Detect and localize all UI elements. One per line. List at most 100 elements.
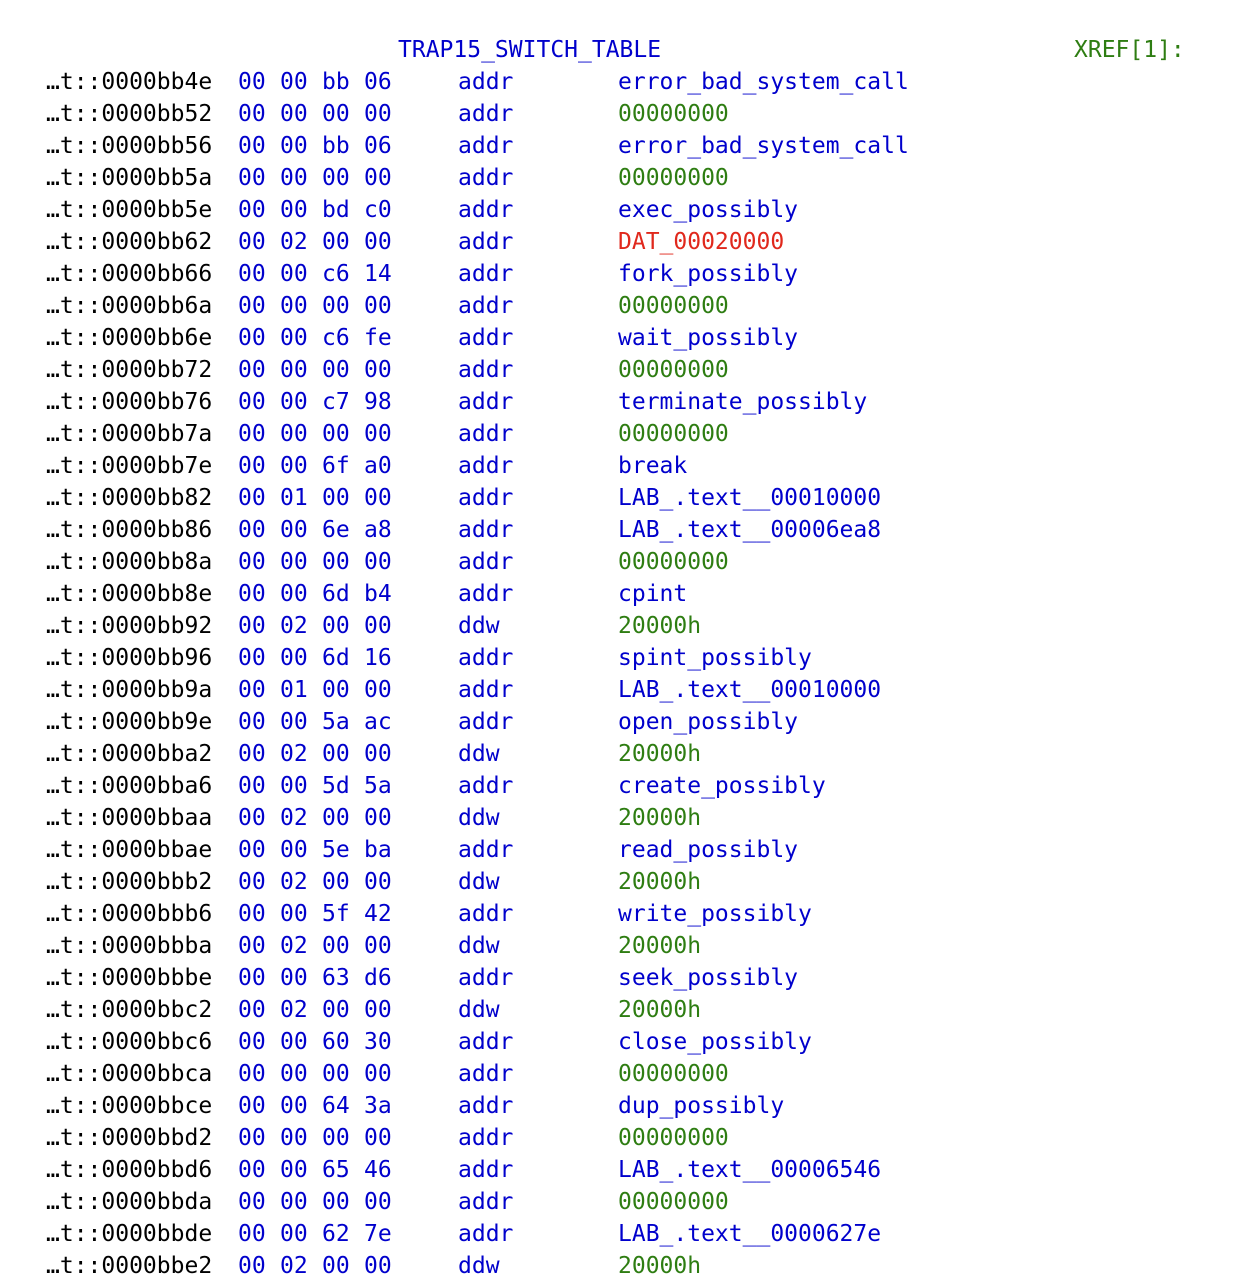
listing-row[interactable]: …t::0000bbb2 00 02 00 00 ddw 20000h: [0, 866, 1250, 898]
row-byte[interactable]: 6f: [322, 450, 350, 482]
row-byte[interactable]: 00: [238, 514, 266, 546]
row-byte[interactable]: 42: [364, 898, 392, 930]
listing-row[interactable]: …t::0000bbd2 00 00 00 00 addr 00000000: [0, 1122, 1250, 1154]
row-byte[interactable]: 00: [364, 1186, 392, 1218]
row-address[interactable]: …t::0000bb9e: [46, 706, 212, 738]
row-address[interactable]: …t::0000bb8a: [46, 546, 212, 578]
listing-row[interactable]: …t::0000bb4e 00 00 bb 06 addr error_bad_system…: [0, 66, 1250, 98]
row-mnemonic[interactable]: addr: [458, 706, 513, 738]
row-mnemonic[interactable]: addr: [458, 162, 513, 194]
row-byte[interactable]: 00: [238, 418, 266, 450]
row-byte[interactable]: 00: [280, 194, 308, 226]
row-mnemonic[interactable]: addr: [458, 898, 513, 930]
row-byte[interactable]: 02: [280, 1250, 308, 1282]
row-address[interactable]: …t::0000bb6e: [46, 322, 212, 354]
row-mnemonic[interactable]: addr: [458, 546, 513, 578]
row-byte[interactable]: 00: [238, 194, 266, 226]
row-byte[interactable]: 00: [364, 1058, 392, 1090]
row-mnemonic[interactable]: ddw: [458, 738, 500, 770]
row-operand[interactable]: 20000h: [618, 802, 701, 834]
row-address[interactable]: …t::0000bb4e: [46, 66, 212, 98]
row-byte[interactable]: 98: [364, 386, 392, 418]
row-byte[interactable]: 00: [238, 610, 266, 642]
row-byte[interactable]: 00: [364, 802, 392, 834]
row-address[interactable]: …t::0000bbd2: [46, 1122, 212, 1154]
row-byte[interactable]: 00: [322, 610, 350, 642]
row-byte[interactable]: 62: [322, 1218, 350, 1250]
row-address[interactable]: …t::0000bbb2: [46, 866, 212, 898]
row-byte[interactable]: 00: [364, 1122, 392, 1154]
row-operand[interactable]: create_possibly: [618, 770, 826, 802]
row-byte[interactable]: 00: [238, 130, 266, 162]
row-address[interactable]: …t::0000bbda: [46, 1186, 212, 1218]
row-address[interactable]: …t::0000bb72: [46, 354, 212, 386]
row-byte[interactable]: 00: [280, 1090, 308, 1122]
row-address[interactable]: …t::0000bb7e: [46, 450, 212, 482]
row-byte[interactable]: 00: [238, 1122, 266, 1154]
row-address[interactable]: …t::0000bb66: [46, 258, 212, 290]
row-mnemonic[interactable]: addr: [458, 674, 513, 706]
row-mnemonic[interactable]: addr: [458, 98, 513, 130]
row-mnemonic[interactable]: addr: [458, 1154, 513, 1186]
row-byte[interactable]: 00: [238, 994, 266, 1026]
row-byte[interactable]: 02: [280, 866, 308, 898]
row-byte[interactable]: 00: [280, 258, 308, 290]
row-byte[interactable]: 00: [364, 226, 392, 258]
row-operand[interactable]: spint_possibly: [618, 642, 812, 674]
row-byte[interactable]: 00: [280, 66, 308, 98]
row-operand[interactable]: 20000h: [618, 866, 701, 898]
row-operand[interactable]: exec_possibly: [618, 194, 798, 226]
row-byte[interactable]: 00: [280, 450, 308, 482]
row-byte[interactable]: 00: [364, 354, 392, 386]
listing-row[interactable]: …t::0000bbae 00 00 5e ba addr read_possibly: [0, 834, 1250, 866]
row-byte[interactable]: fe: [364, 322, 392, 354]
row-operand[interactable]: dup_possibly: [618, 1090, 784, 1122]
row-byte[interactable]: 5a: [322, 706, 350, 738]
listing-row[interactable]: …t::0000bb72 00 00 00 00 addr 00000000: [0, 354, 1250, 386]
row-byte[interactable]: 6d: [322, 642, 350, 674]
row-byte[interactable]: 00: [238, 258, 266, 290]
row-address[interactable]: …t::0000bbe2: [46, 1250, 212, 1282]
row-byte[interactable]: 00: [238, 1186, 266, 1218]
row-mnemonic[interactable]: addr: [458, 482, 513, 514]
row-byte[interactable]: 00: [364, 290, 392, 322]
row-operand[interactable]: close_possibly: [618, 1026, 812, 1058]
row-address[interactable]: …t::0000bbbe: [46, 962, 212, 994]
row-byte[interactable]: 00: [280, 290, 308, 322]
row-mnemonic[interactable]: addr: [458, 354, 513, 386]
row-operand[interactable]: LAB_.text__00010000: [618, 482, 881, 514]
listing-row[interactable]: …t::0000bbc2 00 02 00 00 ddw 20000h: [0, 994, 1250, 1026]
listing-row[interactable]: …t::0000bb86 00 00 6e a8 addr LAB_.text__00006…: [0, 514, 1250, 546]
row-mnemonic[interactable]: addr: [458, 258, 513, 290]
row-operand[interactable]: 00000000: [618, 1186, 729, 1218]
listing-row[interactable]: …t::0000bbaa 00 02 00 00 ddw 20000h: [0, 802, 1250, 834]
row-byte[interactable]: 00: [238, 1058, 266, 1090]
row-byte[interactable]: 00: [238, 98, 266, 130]
row-operand[interactable]: break: [618, 450, 687, 482]
row-byte[interactable]: a0: [364, 450, 392, 482]
row-operand[interactable]: terminate_possibly: [618, 386, 867, 418]
row-byte[interactable]: 00: [280, 162, 308, 194]
row-operand[interactable]: 20000h: [618, 994, 701, 1026]
row-byte[interactable]: 00: [364, 674, 392, 706]
row-byte[interactable]: 00: [238, 1154, 266, 1186]
row-byte[interactable]: 01: [280, 674, 308, 706]
listing-row[interactable]: …t::0000bbce 00 00 64 3a addr dup_possibly: [0, 1090, 1250, 1122]
row-address[interactable]: …t::0000bb86: [46, 514, 212, 546]
row-byte[interactable]: 00: [238, 738, 266, 770]
row-byte[interactable]: 5d: [322, 770, 350, 802]
row-mnemonic[interactable]: ddw: [458, 866, 500, 898]
listing-row[interactable]: …t::0000bbbe 00 00 63 d6 addr seek_possibly: [0, 962, 1250, 994]
row-mnemonic[interactable]: addr: [458, 450, 513, 482]
row-byte[interactable]: 7e: [364, 1218, 392, 1250]
row-operand[interactable]: 00000000: [618, 1058, 729, 1090]
row-byte[interactable]: 02: [280, 930, 308, 962]
row-operand[interactable]: seek_possibly: [618, 962, 798, 994]
row-byte[interactable]: 00: [238, 770, 266, 802]
row-byte[interactable]: 00: [238, 322, 266, 354]
row-byte[interactable]: 00: [280, 1026, 308, 1058]
row-address[interactable]: …t::0000bbc6: [46, 1026, 212, 1058]
row-byte[interactable]: 00: [322, 738, 350, 770]
listing-row[interactable]: …t::0000bb66 00 00 c6 14 addr fork_possibly: [0, 258, 1250, 290]
row-address[interactable]: …t::0000bbde: [46, 1218, 212, 1250]
